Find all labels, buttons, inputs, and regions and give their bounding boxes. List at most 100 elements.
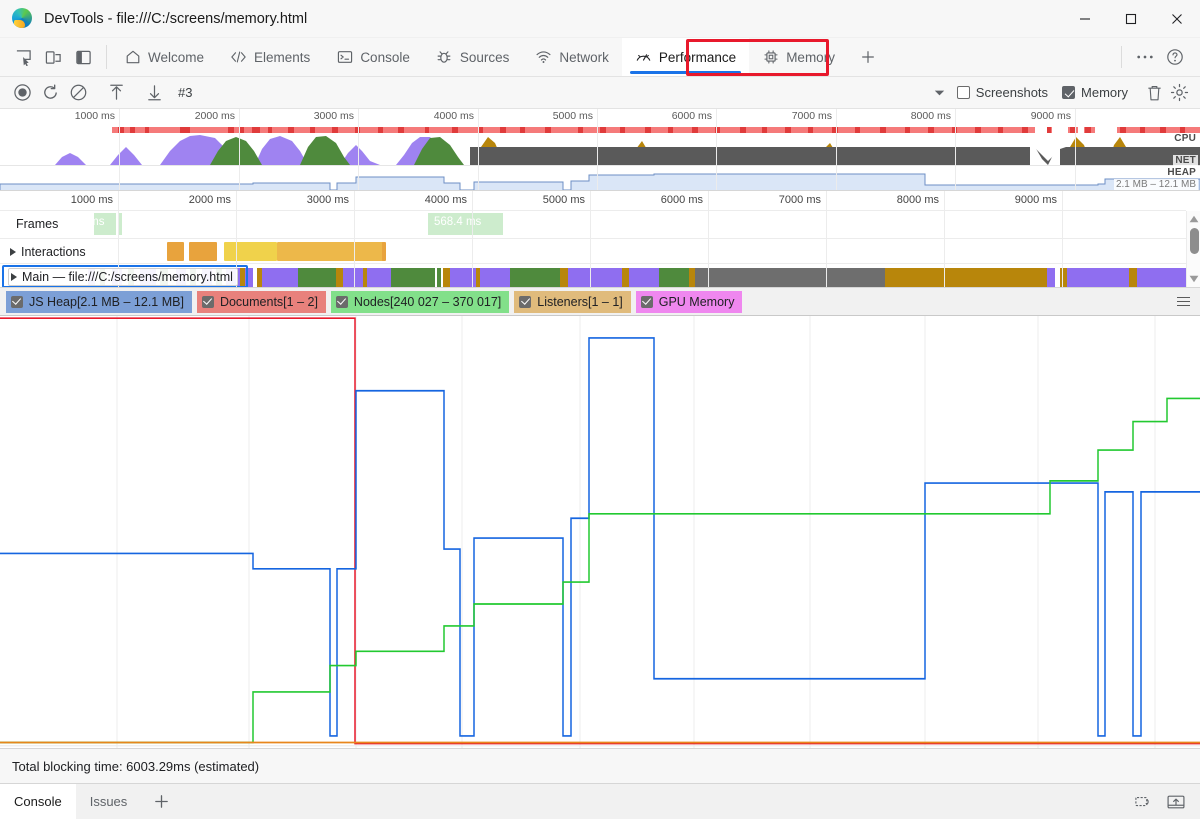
scroll-down-arrow-icon[interactable] — [1188, 273, 1200, 285]
overview-tick-label: 6000 ms — [671, 110, 712, 122]
main-track[interactable]: Main — file:///C:/screens/memory.html — [0, 263, 1186, 287]
interaction-block[interactable] — [167, 242, 184, 261]
tracks-scrollbar[interactable] — [1186, 211, 1200, 287]
timeline-tick-label: 1000 ms — [70, 194, 113, 206]
overview-tick-label: 5000 ms — [552, 110, 593, 122]
tab-label: Elements — [254, 49, 311, 65]
counter-js-heap[interactable]: JS Heap[2.1 MB – 12.1 MB] — [6, 290, 192, 313]
title-bar: DevTools - file:///C:/screens/memory.htm… — [0, 0, 1200, 38]
help-icon[interactable] — [1160, 42, 1190, 72]
recording-index-label: #3 — [178, 85, 193, 100]
tab-network[interactable]: Network — [522, 38, 622, 76]
counter-label: JS Heap[2.1 MB – 12.1 MB] — [29, 294, 184, 309]
interaction-block[interactable] — [382, 242, 386, 261]
drawer-tab-label: Issues — [89, 794, 128, 809]
track-title: Frames — [16, 217, 59, 231]
tab-label: Sources — [459, 49, 510, 65]
tab-console[interactable]: Console — [323, 38, 423, 76]
close-button[interactable] — [1154, 0, 1200, 38]
timeline-gridline — [472, 191, 473, 287]
tab-sources[interactable]: Sources — [423, 38, 523, 76]
overview-tick-label: 4000 ms — [433, 110, 474, 122]
interaction-block[interactable] — [277, 242, 384, 261]
clear-icon[interactable] — [64, 80, 92, 106]
gear-icon[interactable] — [1166, 83, 1192, 102]
tab-memory[interactable]: Memory — [749, 38, 848, 76]
status-bar: Total blocking time: 6003.29ms (estimate… — [0, 748, 1200, 783]
main-track-label[interactable]: Main — file:///C:/screens/memory.html — [8, 268, 238, 286]
cpu-activity-graph — [0, 133, 1200, 165]
scrollbar-thumb[interactable] — [1189, 228, 1199, 254]
drawer-add-tab-button[interactable] — [141, 784, 182, 819]
heap-overview-label: HEAP — [1165, 167, 1198, 178]
upload-profile-icon[interactable] — [102, 80, 130, 106]
counter-nodes[interactable]: Nodes[240 027 – 370 017] — [330, 290, 510, 313]
overview-tick-label: 1000 ms — [74, 110, 115, 122]
counter-checkbox[interactable] — [201, 295, 214, 308]
counter-checkbox[interactable] — [335, 295, 348, 308]
memory-checkbox[interactable]: Memory — [1062, 85, 1128, 100]
more-options-icon[interactable] — [1130, 42, 1160, 72]
counter-label: Nodes[240 027 – 370 017] — [353, 294, 502, 309]
timeline-tick-label: 5000 ms — [542, 194, 585, 206]
expand-triangle-icon[interactable] — [11, 273, 17, 281]
memory-counters-chart[interactable] — [0, 316, 1200, 748]
screenshots-checkbox[interactable]: Screenshots — [956, 85, 1048, 100]
counter-checkbox[interactable] — [11, 295, 23, 308]
tab-welcome[interactable]: Welcome — [111, 38, 217, 76]
record-icon[interactable] — [8, 80, 36, 106]
wifi-icon — [535, 49, 552, 66]
drawer-tab-issues[interactable]: Issues — [76, 784, 142, 819]
reload-record-icon[interactable] — [36, 80, 64, 106]
expand-triangle-icon[interactable] — [10, 248, 16, 256]
series-documents — [0, 317, 1200, 745]
rotate-frame-icon[interactable] — [1130, 789, 1158, 815]
heap-overview-band — [0, 171, 1200, 190]
overview-tick-label: 9000 ms — [1030, 110, 1071, 122]
drawer-right-tools — [1130, 784, 1200, 819]
minimize-button[interactable] — [1062, 0, 1108, 38]
interactions-track-label[interactable]: Interactions — [8, 243, 90, 261]
timeline-overview[interactable]: 1000 ms 2000 ms 3000 ms 4000 ms 5000 ms 6000 … — [0, 109, 1200, 191]
interactions-track[interactable]: Interactions — [0, 238, 1186, 263]
tab-label: Memory — [786, 49, 835, 65]
trash-icon[interactable] — [1142, 84, 1166, 102]
counter-listeners[interactable]: Listeners[1 – 1] — [514, 290, 631, 313]
track-title: Main — file:///C:/screens/memory.html — [22, 270, 233, 284]
counter-checkbox[interactable] — [519, 295, 532, 308]
inspect-element-icon[interactable] — [8, 42, 38, 72]
tab-performance[interactable]: Performance — [621, 38, 750, 76]
tab-elements[interactable]: Elements — [217, 38, 323, 76]
frames-track[interactable]: 5.4 ms 568.4 ms Frames — [0, 211, 1186, 237]
checkbox-box — [1062, 86, 1076, 99]
heap-area-graph — [0, 173, 1200, 190]
counter-documents[interactable]: Documents[1 – 2] — [196, 290, 326, 313]
chart-gridlines — [0, 316, 1200, 748]
drawer-tab-label: Console — [14, 794, 62, 809]
frame-duration-label: 5.4 ms — [70, 216, 105, 228]
maximize-button[interactable] — [1108, 0, 1154, 38]
counters-menu-icon[interactable] — [1172, 296, 1194, 307]
interaction-block[interactable] — [189, 242, 217, 261]
scroll-up-arrow-icon[interactable] — [1188, 213, 1200, 225]
overview-tick-label: 7000 ms — [791, 110, 832, 122]
timeline-tick-label: 3000 ms — [306, 194, 349, 206]
checkbox-label: Memory — [1081, 85, 1128, 100]
drawer-tab-console[interactable]: Console — [0, 784, 76, 819]
series-js-heap — [0, 337, 1200, 737]
interaction-block[interactable] — [224, 242, 277, 261]
timeline-tracks[interactable]: 1000 ms 2000 ms 3000 ms 4000 ms 5000 ms 6000 … — [0, 191, 1200, 288]
chevron-down-icon[interactable] — [931, 89, 949, 97]
device-toolbar-icon[interactable] — [38, 42, 68, 72]
cpu-overview-label: CPU — [1172, 133, 1198, 144]
dock-side-icon[interactable] — [68, 42, 98, 72]
toolbar-divider — [106, 45, 107, 69]
timeline-gridline — [944, 191, 945, 287]
dock-to-bottom-icon[interactable] — [1162, 789, 1190, 815]
counter-gpu-memory[interactable]: GPU Memory — [635, 290, 743, 313]
add-panel-button[interactable] — [848, 38, 888, 76]
frame-duration-label: 568.4 ms — [434, 216, 482, 228]
download-profile-icon[interactable] — [140, 80, 168, 106]
overview-tick-line — [836, 109, 837, 190]
counter-checkbox[interactable] — [640, 295, 653, 308]
